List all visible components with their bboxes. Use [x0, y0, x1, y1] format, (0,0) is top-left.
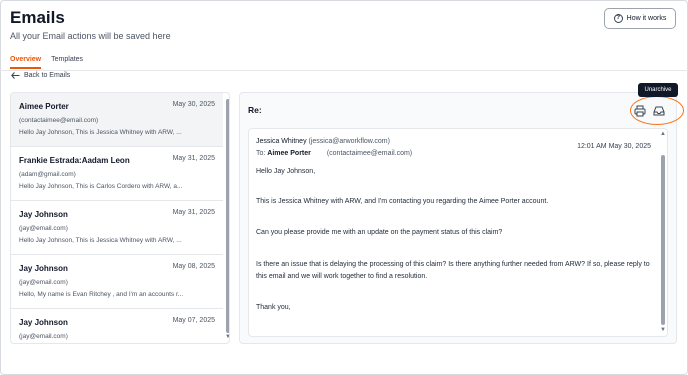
tab-templates[interactable]: Templates — [51, 56, 83, 69]
sender-email: (contactaimee@email.com) — [19, 117, 99, 124]
email-preview: Hello, My name is Evan Ritchey , and I'm… — [19, 291, 184, 298]
message-scroll-thumb[interactable] — [661, 155, 665, 325]
tabs-divider — [0, 70, 688, 71]
to-label: To: — [256, 150, 266, 157]
sender-name: Frankie Estrada:Aadam Leon — [19, 156, 130, 165]
arrow-left-icon — [11, 72, 20, 79]
email-from: Jessica Whitney (jessica@arworkflow.com) — [256, 138, 390, 145]
back-link-label: Back to Emails — [24, 72, 71, 79]
page-subtitle: All your Email actions will be saved her… — [10, 31, 171, 41]
email-to: To: Aimee Porter (contactaimee@email.com… — [256, 150, 412, 157]
email-body-line: Hello Jay Johnson, — [256, 168, 316, 175]
how-it-works-button[interactable]: ? How it works — [604, 8, 676, 29]
email-body-line: This is Jessica Whitney with ARW, and I'… — [256, 198, 549, 205]
email-date: May 31, 2025 — [172, 209, 215, 216]
email-body-line: Is there an issue that is delaying the p… — [256, 261, 650, 280]
email-list-item[interactable]: Jay Johnson May 31, 2025 (jay@email.com)… — [11, 201, 223, 255]
email-date: May 07, 2025 — [172, 317, 215, 324]
sender-email: (jay@email.com) — [19, 225, 68, 232]
list-scroll-thumb[interactable] — [226, 99, 229, 333]
scroll-down-icon[interactable]: ▼ — [660, 327, 666, 333]
email-date: May 30, 2025 — [172, 101, 215, 108]
email-date: May 08, 2025 — [172, 263, 215, 270]
to-email: (contactaimee@email.com) — [326, 150, 413, 157]
how-it-works-label: How it works — [626, 15, 667, 22]
email-list-item[interactable]: Frankie Estrada:Aadam Leon May 31, 2025 … — [11, 147, 223, 201]
email-timestamp: 12:01 AM May 30, 2025 — [577, 143, 651, 150]
sender-email: (jay@email.com) — [19, 279, 68, 286]
email-date: May 31, 2025 — [172, 155, 215, 162]
email-preview: Hello Jay Johnson, This is Carlos Corder… — [19, 183, 183, 190]
back-to-emails-link[interactable]: Back to Emails — [11, 72, 70, 79]
sender-email: (adam@gmail.com) — [19, 171, 76, 178]
email-body-line: Thank you, — [256, 304, 291, 311]
highlight-ring — [630, 96, 684, 125]
email-list: Aimee Porter May 30, 2025 (contactaimee@… — [10, 92, 230, 344]
from-name: Jessica Whitney — [256, 138, 307, 145]
email-subject: Re: — [248, 105, 262, 115]
email-preview: Hello Jay Johnson, This is Jessica Whitn… — [19, 129, 182, 136]
email-list-item[interactable]: Jay Johnson May 08, 2025 (jay@email.com)… — [11, 255, 223, 309]
email-list-item[interactable]: Aimee Porter May 30, 2025 (contactaimee@… — [11, 93, 223, 147]
page-title: Emails — [10, 8, 65, 27]
help-icon: ? — [613, 14, 623, 23]
sender-email: (jay@email.com) — [19, 333, 68, 340]
sender-name: Jay Johnson — [19, 318, 68, 327]
list-scrollbar[interactable]: ▼ — [225, 95, 229, 343]
email-message: Jessica Whitney (jessica@arworkflow.com)… — [248, 128, 668, 337]
to-name: Aimee Porter — [267, 150, 311, 157]
tab-bar: Overview Templates — [10, 56, 83, 69]
unarchive-tooltip: Unarchive — [638, 83, 678, 97]
sender-name: Aimee Porter — [19, 102, 69, 111]
scroll-down-icon[interactable]: ▼ — [225, 334, 229, 340]
tab-overview[interactable]: Overview — [10, 56, 42, 69]
message-scrollbar[interactable]: ▲ ▼ — [660, 131, 666, 333]
sender-name: Jay Johnson — [19, 210, 68, 219]
email-list-item[interactable]: Jay Johnson May 07, 2025 (jay@email.com) — [11, 309, 223, 343]
scroll-up-icon[interactable]: ▲ — [660, 131, 666, 137]
from-email: (jessica@arworkflow.com) — [308, 138, 390, 145]
email-body-line: Can you please provide me with an update… — [256, 229, 503, 236]
sender-name: Jay Johnson — [19, 264, 68, 273]
email-preview: Hello Jay Johnson, This is Jessica Whitn… — [19, 237, 182, 244]
